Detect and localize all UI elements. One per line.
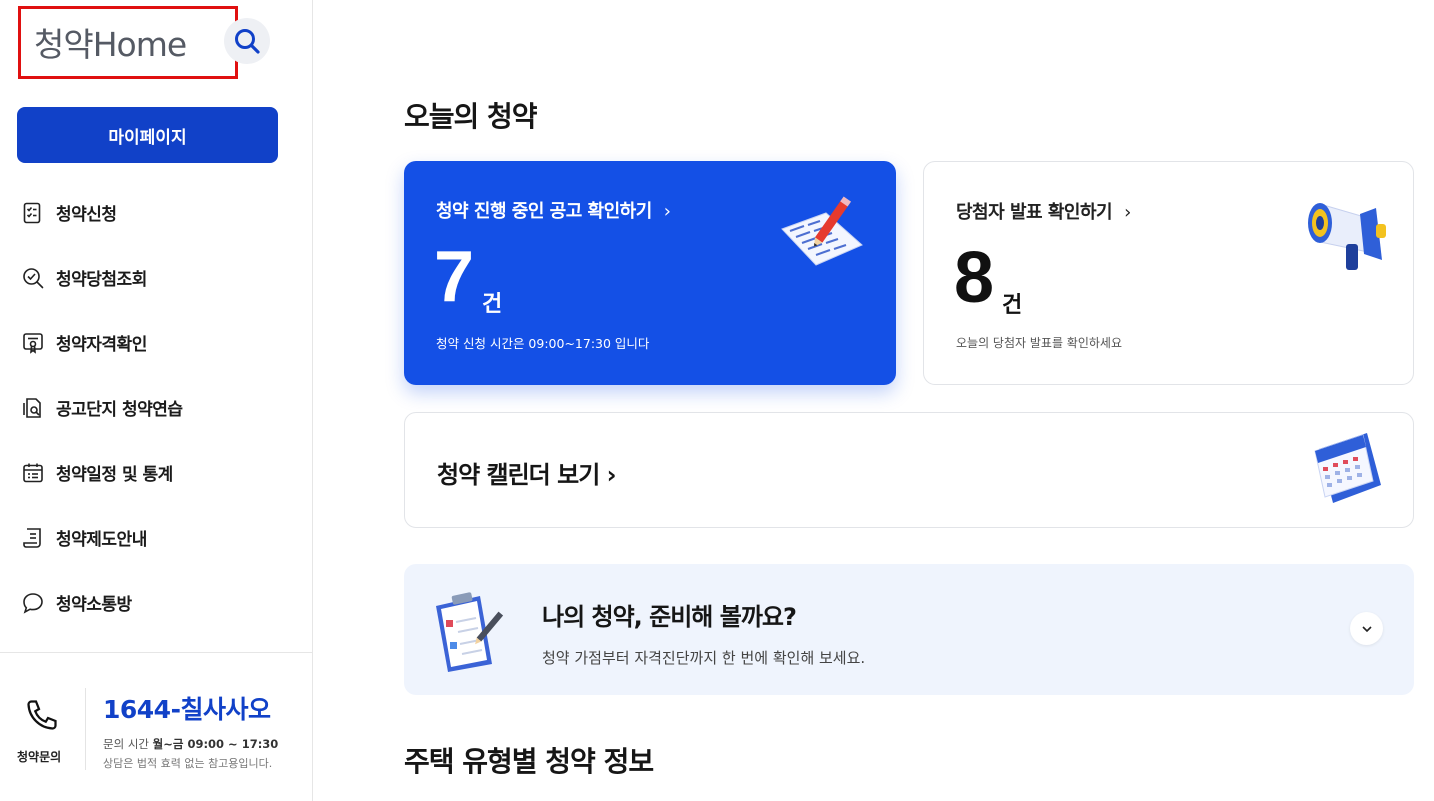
chevron-right-icon: ›	[1124, 202, 1131, 223]
contact-note: 상담은 법적 효력 없는 참고용입니다.	[103, 757, 273, 770]
sidebar-item-apply[interactable]: 청약신청	[20, 180, 300, 245]
contact-phone-number[interactable]: 1644-칠사사오	[103, 690, 271, 726]
chevron-down-icon	[1361, 625, 1372, 632]
today-section-title: 오늘의 청약	[404, 100, 538, 133]
search-icon	[235, 29, 260, 54]
card-title: 당첨자 발표 확인하기 ›	[956, 198, 1131, 224]
sidebar-item-community[interactable]: 청약소통방	[20, 570, 300, 635]
calendar-card-title: 청약 캘린더 보기 ›	[437, 455, 617, 490]
sidebar-item-label: 청약자격확인	[56, 335, 147, 355]
winners-announcement-card[interactable]: 당첨자 발표 확인하기 › 8 건 오늘의 당첨자 발표를 확인하세요	[923, 161, 1414, 385]
card-subtext: 청약 신청 시간은 09:00~17:30 입니다	[436, 336, 650, 351]
chevron-right-icon: ›	[606, 461, 617, 489]
sidebar-item-schedule-stats[interactable]: 청약일정 및 통계	[20, 440, 300, 505]
contact-hours: 문의 시간 월~금 09:00 ~ 17:30	[103, 736, 278, 752]
sidebar-item-label: 청약소통방	[56, 595, 132, 615]
card-subtext: 오늘의 당첨자 발표를 확인하세요	[956, 336, 1123, 350]
card-title-text: 청약 진행 중인 공고 확인하기	[436, 201, 652, 222]
sidebar-item-guide[interactable]: 청약제도안내	[20, 505, 300, 570]
sidebar-item-winner-lookup[interactable]: 청약당첨조회	[20, 245, 300, 310]
sidebar-item-label: 청약일정 및 통계	[56, 465, 173, 485]
calendar-list-icon	[20, 460, 46, 486]
megaphone-icon	[1308, 203, 1386, 270]
sidebar-item-eligibility[interactable]: 청약자격확인	[20, 310, 300, 375]
count-unit: 건	[1002, 293, 1023, 318]
card-title: 청약 진행 중인 공고 확인하기 ›	[436, 197, 671, 223]
prep-title: 나의 청약, 준비해 볼까요?	[542, 603, 797, 631]
contact-hours-prefix: 문의 시간	[103, 737, 153, 751]
application-form-pencil-icon	[781, 196, 863, 266]
contact-hours-value: 월~금 09:00 ~ 17:30	[152, 737, 279, 751]
checklist-icon	[20, 200, 46, 226]
certificate-icon	[20, 330, 46, 356]
count-unit: 건	[482, 292, 503, 317]
site-logo[interactable]: 청약Home	[34, 22, 187, 64]
sidebar-item-label: 공고단지 청약연습	[56, 400, 183, 420]
sidebar-item-practice[interactable]: 공고단지 청약연습	[20, 375, 300, 440]
chevron-right-icon: ›	[663, 201, 671, 222]
divider	[85, 688, 86, 770]
ongoing-count: 7	[434, 237, 475, 317]
calendar-card[interactable]: 청약 캘린더 보기 ›	[404, 412, 1414, 528]
search-button[interactable]	[224, 18, 270, 64]
expand-toggle-button[interactable]	[1350, 612, 1383, 645]
housing-type-section-title: 주택 유형별 청약 정보	[404, 745, 654, 778]
guide-scroll-icon	[20, 525, 46, 551]
winners-count: 8	[954, 238, 995, 318]
calendar-schedule-icon	[1314, 433, 1381, 503]
practice-document-icon	[20, 395, 46, 421]
calendar-card-title-text: 청약 캘린더 보기	[437, 461, 600, 489]
sidebar-item-label: 청약제도안내	[56, 530, 147, 550]
sidebar: 청약Home 마이페이지 청약신청 청약당첨조회 청약자격확인 공고단지 청약연…	[0, 0, 313, 801]
prepare-subscription-card: 나의 청약, 준비해 볼까요? 청약 가점부터 자격진단까지 한 번에 확인해 …	[404, 564, 1414, 695]
mypage-button[interactable]: 마이페이지	[17, 107, 278, 163]
logo-text: 청약Home	[34, 25, 187, 64]
card-title-text: 당첨자 발표 확인하기	[956, 202, 1113, 223]
sidebar-item-label: 청약당첨조회	[56, 270, 147, 290]
ongoing-announcements-card[interactable]: 청약 진행 중인 공고 확인하기 › 7 건 청약 신청 시간은 09:00~17…	[404, 161, 896, 385]
sidebar-nav: 청약신청 청약당첨조회 청약자격확인 공고단지 청약연습 청약일정 및 통계 청…	[20, 180, 300, 635]
divider	[0, 652, 313, 653]
contact-label: 청약문의	[17, 750, 62, 764]
clipboard-checklist-icon	[436, 592, 504, 672]
search-check-icon	[20, 265, 46, 291]
prep-subtitle: 청약 가점부터 자격진단까지 한 번에 확인해 보세요.	[542, 649, 866, 667]
sidebar-item-label: 청약신청	[56, 205, 117, 225]
chat-bubble-icon	[20, 590, 46, 616]
phone-icon	[24, 697, 60, 737]
